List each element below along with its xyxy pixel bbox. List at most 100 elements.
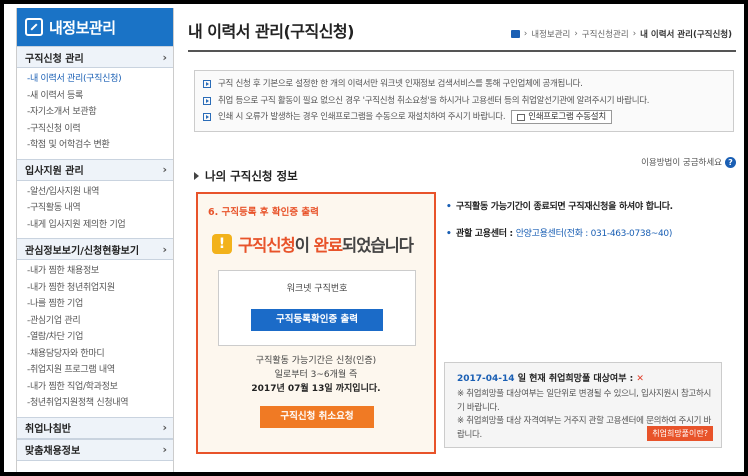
sidebar-header[interactable]: 내정보관리 [17, 8, 173, 46]
sidebar-item[interactable]: -내 이력서 관리(구직신청) [27, 71, 173, 88]
arrow-right-icon [203, 96, 211, 105]
period-line: 구직활동 가능기간은 신청(인증) [255, 356, 377, 366]
title-divider [188, 50, 736, 52]
sidebar-item[interactable]: -자기소개서 보관함 [27, 104, 173, 121]
arrow-right-icon [203, 80, 211, 89]
info-list: 구직활동 가능기간이 종료되면 구직재신청을 하셔야 합니다. 관할 고용센터 … [446, 200, 736, 242]
breadcrumb-item-job-application[interactable]: 구직신청관리 [582, 28, 629, 40]
period-end-date: 2017년 07월 13일 까지입니다. [251, 384, 381, 394]
notice-line: 구직 신청 후 기본으로 설정한 한 개의 이력서만 워크넷 인재정보 검색서비… [203, 76, 725, 93]
completion-word-c: 완료 [313, 236, 343, 255]
application-result-box: 6. 구직등록 후 확인증 출력 ! 구직신청이 완료되었습니다 워크넷 구직번… [196, 192, 436, 454]
notice-line: 취업 등으로 구직 활동이 필요 없으신 경우 '구직신청 취소요청'을 하시거… [203, 93, 725, 110]
notice-text: 인쇄 시 오류가 발생하는 경우 인쇄프로그램을 수동으로 재설치하여 주시기 … [218, 112, 506, 122]
chevron-right-icon: › [162, 242, 167, 256]
job-number-label: 워크넷 구직번호 [286, 284, 348, 294]
chevron-right-icon: › [162, 163, 167, 176]
breadcrumb-item-current: 내 이력서 관리(구직신청) [640, 30, 732, 40]
completion-word-b: 이 [294, 236, 314, 255]
notice-text: 취업 등으로 구직 활동이 필요 없으신 경우 '구직신청 취소요청'을 하시거… [218, 95, 650, 106]
info-item: 구직활동 가능기간이 종료되면 구직재신청을 하셔야 합니다. [446, 200, 736, 215]
help-link[interactable]: 이용방법이 궁금하세요 ? [641, 156, 736, 168]
sidebar-item[interactable]: -내가 찜한 채용정보 [27, 263, 173, 280]
sidebar-item[interactable]: -내게 입사지원 제의한 기업 [27, 217, 173, 234]
hope-pool-info-button[interactable]: 취업희망풀이란? [647, 426, 713, 441]
sidebar-section-header[interactable]: 맞춤채용정보 › [17, 438, 173, 461]
sidebar-title: 내정보관리 [49, 18, 116, 37]
print-program-install-button[interactable]: 인쇄프로그램 수동설치 [511, 110, 612, 125]
browser-viewport: 내정보관리 구직신청 관리 › -내 이력서 관리(구직신청) -새 이력서 등록 -자… [4, 4, 744, 472]
notice-line: 인쇄 시 오류가 발생하는 경우 인쇄프로그램을 수동으로 재설치하여 주시기 … [203, 109, 725, 126]
edit-icon [25, 18, 43, 36]
home-icon[interactable] [510, 30, 520, 38]
sidebar-item[interactable]: -열람/차단 기업 [27, 329, 173, 346]
sidebar-section-label: 취업나침반 [25, 424, 71, 435]
center-label: 관할 고용센터 : [456, 229, 516, 239]
sidebar-section-items: -내가 찜한 채용정보 -내가 찜한 청년취업지원 -나를 찜한 기업 -관심기업 관… [17, 260, 173, 417]
page-title: 내 이력서 관리(구직신청) [188, 22, 354, 41]
sidebar-section-items: -내 이력서 관리(구직신청) -새 이력서 등록 -자기소개서 보관함 -구직신청 … [17, 68, 173, 159]
completion-message: ! 구직신청이 완료되었습니다 [212, 232, 414, 256]
printer-icon [517, 113, 526, 121]
section-title: 나의 구직신청 정보 [194, 168, 298, 184]
hope-pool-status-box: 2017-04-14 일 현재 취업희망풀 대상여부 : ✕ ※ 취업희망풀 대… [444, 362, 722, 448]
sidebar-section-label: 관심정보보기/신청현황보기 [25, 245, 140, 257]
arrow-right-icon [203, 113, 211, 122]
sidebar-section-items: -알선/입사지원 내역 -구직활동 내역 -내게 입사지원 제의한 기업 [17, 181, 173, 239]
status-heading: 2017-04-14 일 현재 취업희망풀 대상여부 : ✕ [457, 371, 713, 384]
cancel-application-button[interactable]: 구직신청 취소요청 [260, 406, 374, 428]
sidebar-section-label: 입사지원 관리 [25, 166, 84, 177]
sidebar-item[interactable]: -새 이력서 등록 [27, 88, 173, 105]
sidebar-item[interactable]: -알선/입사지원 내역 [27, 184, 173, 201]
sidebar-item[interactable]: -청년취업지원정책 신청내역 [27, 395, 173, 412]
sidebar-section-header[interactable]: 관심정보보기/신청현황보기 › [17, 238, 173, 260]
job-number-card: 워크넷 구직번호 구직등록확인증 출력 [218, 270, 416, 346]
section-title-label: 나의 구직신청 정보 [205, 169, 298, 183]
status-note: ※ 취업희망풀 대상여부는 일단위로 변경될 수 있으니, 입사지원시 참고하시… [457, 389, 712, 413]
sidebar-section-header[interactable]: 취업나침반 › [17, 416, 173, 439]
completion-text: 구직신청이 완료되었습니다 [238, 232, 414, 256]
breadcrumb-sep: › [632, 29, 637, 39]
info-text: 구직활동 가능기간이 종료되면 구직재신청을 하셔야 합니다. [456, 202, 673, 212]
sidebar-item[interactable]: -채용담당자와 한마디 [27, 346, 173, 363]
info-item: 관할 고용센터 : 안양고용센터(전화 : 031-463-0738~40) [446, 227, 736, 242]
activity-period: 구직활동 가능기간은 신청(인증) 일로부터 3~6개월 즉 2017년 07월… [198, 354, 434, 396]
sidebar-section-label: 구직신청 관리 [25, 53, 84, 65]
breadcrumb-item-mypage[interactable]: 내정보관리 [531, 28, 570, 40]
completion-word-a: 구직신청 [238, 236, 296, 255]
sidebar-item[interactable]: -나를 찜한 기업 [27, 296, 173, 313]
triangle-bullet-icon [194, 172, 199, 180]
notice-text: 구직 신청 후 기본으로 설정한 한 개의 이력서만 워크넷 인재정보 검색서비… [218, 79, 583, 89]
completion-word-d: 되었습니다 [342, 236, 414, 255]
status-text: 일 현재 취업희망풀 대상여부 : [514, 374, 637, 384]
chevron-right-icon: › [162, 443, 167, 456]
sidebar-item[interactable]: -구직신청 이력 [27, 121, 173, 138]
sidebar-item[interactable]: -내가 찜한 직업/학과정보 [27, 379, 173, 396]
status-mark: ✕ [636, 374, 644, 384]
status-date: 2017-04-14 [457, 374, 515, 384]
print-confirmation-button[interactable]: 구직등록확인증 출력 [251, 309, 383, 331]
breadcrumb-sep: › [523, 29, 528, 39]
sidebar-item[interactable]: -내가 찜한 청년취업지원 [27, 280, 173, 297]
sidebar-section-header[interactable]: 입사지원 관리 › [17, 158, 173, 181]
period-line: 일로부터 3~6개월 즉 [274, 370, 358, 380]
question-icon: ? [725, 156, 736, 168]
sidebar-sections: 구직신청 관리 › -내 이력서 관리(구직신청) -새 이력서 등록 -자기소개서 보… [17, 46, 173, 461]
sidebar-item[interactable]: -취업지원 프로그램 내역 [27, 362, 173, 379]
alert-icon: ! [212, 234, 232, 254]
sidebar-item[interactable]: -관심기업 관리 [27, 313, 173, 330]
notice-box: 구직 신청 후 기본으로 설정한 한 개의 이력서만 워크넷 인재정보 검색서비… [194, 70, 734, 132]
main-content: 내 이력서 관리(구직신청) › 내정보관리 › 구직신청관리 › 내 이력서 … [180, 4, 740, 472]
sidebar-section-header[interactable]: 구직신청 관리 › [17, 46, 173, 68]
step-label: 6. 구직등록 후 확인증 출력 [208, 207, 319, 218]
help-link-label: 이용방법이 궁금하세요 [641, 158, 722, 168]
chevron-right-icon: › [162, 50, 167, 64]
chevron-right-icon: › [162, 421, 167, 434]
sidebar-item[interactable]: -학점 및 어학검수 변환 [27, 137, 173, 154]
center-value[interactable]: 안양고용센터(전화 : 031-463-0738~40) [516, 229, 673, 239]
breadcrumb-sep: › [574, 29, 578, 39]
sidebar-item[interactable]: -구직활동 내역 [27, 200, 173, 217]
print-button-label: 인쇄프로그램 수동설치 [528, 112, 606, 122]
sidebar-section-label: 맞춤채용정보 [25, 446, 81, 457]
sidebar: 내정보관리 구직신청 관리 › -내 이력서 관리(구직신청) -새 이력서 등록 -자… [16, 8, 174, 472]
